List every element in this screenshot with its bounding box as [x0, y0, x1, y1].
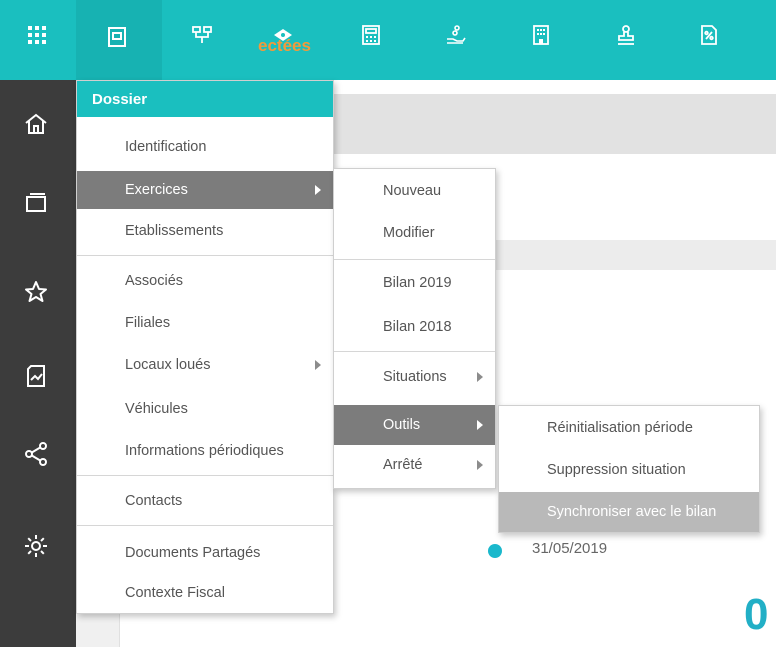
chevron-right-icon	[477, 420, 483, 430]
timeline-dot	[488, 544, 502, 558]
menu-item-situations[interactable]: Situations	[334, 359, 495, 395]
menu-separator	[334, 259, 495, 260]
menu-item-contacts[interactable]: Contacts	[77, 483, 333, 519]
star-icon[interactable]	[16, 272, 56, 312]
big-count: 0	[744, 590, 769, 639]
apps-grid-icon[interactable]	[24, 22, 50, 48]
folder-doc-icon	[106, 26, 128, 48]
menu-item-contexte-fiscal[interactable]: Contexte Fiscal	[77, 575, 333, 611]
calculator-icon[interactable]	[358, 22, 384, 48]
hand-coins-icon[interactable]	[443, 22, 469, 48]
org-chart-icon[interactable]	[189, 22, 215, 48]
menu-separator	[77, 525, 333, 526]
section-title: ectées	[258, 36, 311, 55]
menu-item-etablissements[interactable]: Etablissements	[77, 213, 333, 249]
menu-item-associes[interactable]: Associés	[77, 263, 333, 299]
percent-doc-icon[interactable]	[696, 22, 722, 48]
chevron-right-icon	[477, 460, 483, 470]
menu-item-bilan-2019[interactable]: Bilan 2019	[334, 265, 495, 301]
menu-item-identification[interactable]: Identification	[77, 129, 333, 165]
settings-icon[interactable]	[16, 526, 56, 566]
menu-item-modifier[interactable]: Modifier	[334, 215, 495, 251]
menu-item-exercices[interactable]: Exercices	[77, 171, 333, 209]
chevron-right-icon	[477, 372, 483, 382]
menu-item-nouveau[interactable]: Nouveau	[334, 173, 495, 209]
menu-item-synchroniser-bilan[interactable]: Synchroniser avec le bilan	[499, 492, 759, 532]
menu-item-vehicules[interactable]: Véhicules	[77, 391, 333, 427]
tab-dossier[interactable]	[76, 0, 162, 80]
left-sidebar	[0, 80, 76, 647]
menu-item-arrete[interactable]: Arrêté	[334, 447, 495, 483]
timeline-date: 31/05/2019	[532, 540, 608, 557]
menu-separator	[77, 475, 333, 476]
menu-separator	[334, 351, 495, 352]
home-icon[interactable]	[16, 104, 56, 144]
building-icon[interactable]	[528, 22, 554, 48]
menu-item-locaux-loues[interactable]: Locaux loués	[77, 347, 333, 383]
menu-exercices: Nouveau Modifier Bilan 2019 Bilan 2018 S…	[333, 168, 496, 489]
chevron-right-icon	[315, 360, 321, 370]
menu-item-suppression-situation[interactable]: Suppression situation	[499, 450, 759, 490]
menu-item-filiales[interactable]: Filiales	[77, 305, 333, 341]
menu-separator	[77, 255, 333, 256]
menu-item-outils[interactable]: Outils	[334, 405, 495, 445]
window-icon[interactable]	[16, 184, 56, 224]
menu-item-bilan-2018[interactable]: Bilan 2018	[334, 309, 495, 345]
menu-title: Dossier	[77, 81, 333, 117]
menu-item-reinitialisation-periode[interactable]: Réinitialisation période	[499, 408, 759, 448]
menu-item-informations-periodiques[interactable]: Informations périodiques	[77, 433, 333, 469]
stamp-icon[interactable]	[613, 22, 639, 48]
chevron-right-icon	[315, 185, 321, 195]
menu-dossier: Dossier Identification Exercices Etablis…	[76, 80, 334, 614]
share-icon[interactable]	[16, 434, 56, 474]
top-toolbar	[0, 0, 776, 80]
menu-outils: Réinitialisation période Suppression sit…	[498, 405, 760, 533]
chart-doc-icon[interactable]	[16, 356, 56, 396]
menu-item-documents-partages[interactable]: Documents Partagés	[77, 535, 333, 571]
